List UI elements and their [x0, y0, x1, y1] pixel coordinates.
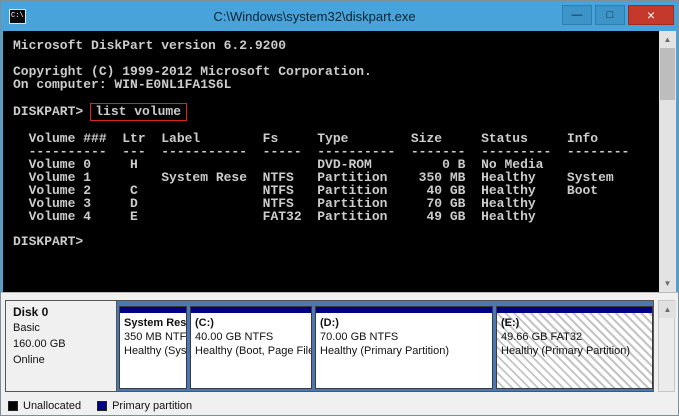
legend-label: Primary partition	[112, 400, 192, 412]
partition-info: (E:)49.66 GB FAT32Healthy (Primary Parti…	[497, 313, 652, 358]
console-volume-table: Volume ### Ltr Label Fs Type Size Status…	[13, 132, 656, 223]
minimize-button[interactable]: —	[562, 5, 592, 25]
disk-panel-scrollbar[interactable]: ▲	[658, 300, 675, 392]
disk-scroll-up-button[interactable]: ▲	[659, 301, 676, 318]
console-output: Microsoft DiskPart version 6.2.9200 Copy…	[1, 31, 678, 292]
partition-status: Healthy (Primary Partition)	[501, 344, 648, 358]
diskpart-window: C:\ C:\Windows\system32\diskpart.exe — □…	[0, 0, 679, 416]
partition-box[interactable]: (C:)40.00 GB NTFSHealthy (Boot, Page Fil…	[190, 306, 312, 389]
partitions-strip: System Res350 MB NTFHealthy (Sys(C:)40.0…	[117, 300, 654, 392]
partition-status: Healthy (Sys	[124, 344, 182, 358]
partition-box[interactable]: (E:)49.66 GB FAT32Healthy (Primary Parti…	[496, 306, 653, 389]
partition-label: (D:)	[320, 316, 488, 330]
partition-info: (C:)40.00 GB NTFSHealthy (Boot, Page Fil…	[191, 313, 311, 358]
partition-label: System Res	[124, 316, 182, 330]
legend-label: Unallocated	[23, 400, 81, 412]
close-button[interactable]: ×	[628, 5, 674, 25]
close-icon: ×	[647, 7, 655, 23]
maximize-button[interactable]: □	[595, 5, 625, 25]
partition-label: (E:)	[501, 316, 648, 330]
disk-size: 160.00 GB	[13, 336, 109, 352]
partition-status: Healthy (Primary Partition)	[320, 344, 488, 358]
partition-size: 40.00 GB NTFS	[195, 330, 307, 344]
scroll-down-button[interactable]: ▼	[659, 275, 676, 292]
disk-management-panel: Disk 0 Basic 160.00 GB Online System Res…	[1, 292, 678, 415]
scrollbar-thumb[interactable]	[660, 48, 675, 100]
window-controls: — □ ×	[559, 5, 674, 25]
maximize-icon: □	[607, 9, 614, 21]
down-arrow-icon: ▼	[664, 279, 672, 288]
disk-type: Basic	[13, 320, 109, 336]
legend-swatch	[8, 401, 18, 411]
partition-info: (D:)70.00 GB NTFSHealthy (Primary Partit…	[316, 313, 492, 358]
partition-box[interactable]: (D:)70.00 GB NTFSHealthy (Primary Partit…	[315, 306, 493, 389]
legend-item: Primary partition	[97, 400, 192, 412]
scroll-up-button[interactable]: ▲	[659, 31, 676, 48]
partition-status: Healthy (Boot, Page File,	[195, 344, 307, 358]
up-arrow-icon: ▲	[664, 305, 672, 314]
partition-label: (C:)	[195, 316, 307, 330]
partition-size: 350 MB NTF	[124, 330, 182, 344]
legend-swatch	[97, 401, 107, 411]
console-final-prompt: DISKPART>	[13, 235, 656, 248]
console-icon: C:\	[9, 9, 26, 24]
partition-size: 70.00 GB NTFS	[320, 330, 488, 344]
command-highlight-box: list volume	[90, 103, 187, 121]
partition-box[interactable]: System Res350 MB NTFHealthy (Sys	[119, 306, 187, 389]
titlebar[interactable]: C:\ C:\Windows\system32\diskpart.exe — □…	[1, 1, 678, 31]
partition-size: 49.66 GB FAT32	[501, 330, 648, 344]
partition-info: System Res350 MB NTFHealthy (Sys	[120, 313, 186, 358]
disk-status: Online	[13, 352, 109, 368]
console-banner-text: Microsoft DiskPart version 6.2.9200 Copy…	[13, 39, 656, 91]
prompt-text: DISKPART>	[13, 105, 83, 118]
disk-header[interactable]: Disk 0 Basic 160.00 GB Online	[5, 300, 117, 392]
disk-row: Disk 0 Basic 160.00 GB Online System Res…	[5, 300, 654, 392]
legend-item: Unallocated	[8, 400, 81, 412]
disk-name: Disk 0	[13, 304, 109, 320]
console-scrollbar[interactable]: ▲ ▼	[659, 31, 676, 292]
minimize-icon: —	[572, 9, 583, 21]
window-title: C:\Windows\system32\diskpart.exe	[61, 9, 568, 24]
up-arrow-icon: ▲	[664, 35, 672, 44]
legend: Unallocated Primary partition	[8, 400, 192, 412]
console-prompt-line: DISKPART> list volume	[13, 102, 656, 121]
